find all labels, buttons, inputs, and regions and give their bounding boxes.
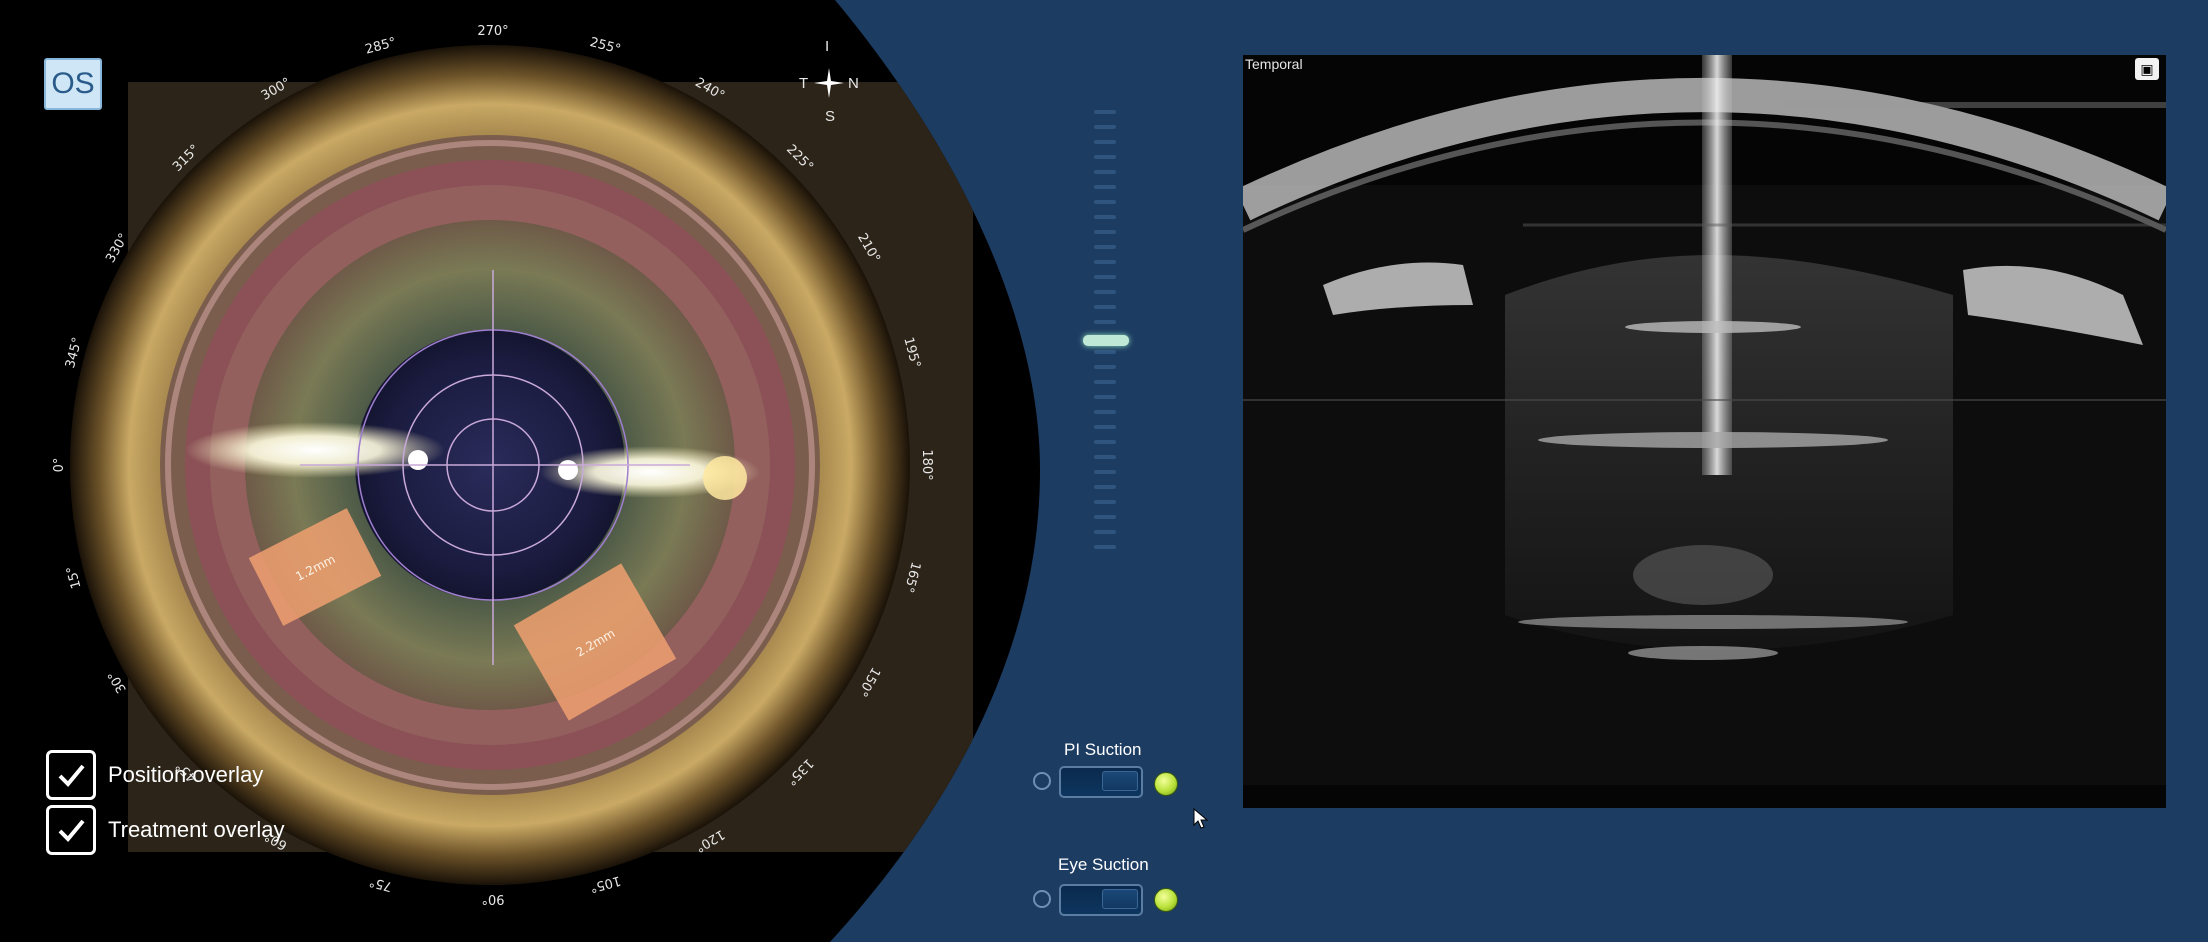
slider-tick [1094, 440, 1116, 444]
mouse-cursor-icon [1193, 808, 1209, 829]
degree-label: 255° [588, 35, 622, 58]
slider-tick [1094, 230, 1116, 234]
eye-suction-label: Eye Suction [1058, 855, 1149, 874]
position-overlay-graphic [300, 270, 690, 665]
slider-tick [1094, 395, 1116, 399]
slider-tick [1094, 260, 1116, 264]
incision-label-2: 2.2mm [574, 626, 618, 659]
degree-label: 210° [854, 231, 883, 266]
eye-suction-toggle[interactable] [1059, 884, 1143, 916]
crosshair-icon [814, 68, 844, 98]
eye-orientation-icon[interactable]: ▣ [2135, 58, 2159, 80]
degree-label: 105° [588, 872, 622, 895]
pi-suction-status-led [1154, 772, 1178, 796]
degree-label: 240° [692, 75, 727, 104]
degree-label: 75° [368, 873, 394, 893]
incision-marker-2: 2.2mm [513, 563, 677, 721]
treatment-overlay-label: Treatment overlay [108, 817, 285, 842]
degree-label: 270° [477, 24, 508, 39]
degree-label: 330° [103, 231, 132, 266]
compass-left: T [799, 75, 809, 92]
degree-label: 150° [854, 664, 883, 699]
degree-label: 285° [364, 35, 398, 58]
slider-tick [1094, 200, 1116, 204]
degree-label: 90° [481, 891, 504, 906]
slider-tick [1094, 485, 1116, 489]
degree-label: 165° [900, 560, 923, 594]
pi-suction-label: PI Suction [1064, 740, 1142, 759]
slider-tick [1094, 455, 1116, 459]
eye-suction-status-led [1154, 888, 1178, 912]
slider-tick [1094, 410, 1116, 414]
slider-tick [1094, 305, 1116, 309]
slider-tick [1094, 140, 1116, 144]
degree-label: 345° [63, 336, 86, 370]
slider-tick [1094, 320, 1116, 324]
slider-tick [1094, 185, 1116, 189]
slider-tick [1094, 515, 1116, 519]
slider-tick [1094, 245, 1116, 249]
slider-tick [1094, 155, 1116, 159]
oct-scan-image [1243, 55, 2166, 808]
degree-label: 300° [259, 75, 294, 104]
slider-tick [1094, 170, 1116, 174]
oct-orientation-label: Temporal [1245, 56, 1303, 72]
slider-tick [1094, 380, 1116, 384]
degree-label: 225° [783, 142, 816, 175]
slider-tick [1094, 110, 1116, 114]
treatment-overlay-checkbox[interactable] [46, 805, 96, 855]
toggle-knob [1102, 889, 1138, 909]
checkmark-icon [58, 819, 85, 842]
slider-tick [1094, 125, 1116, 129]
slider-tick [1094, 290, 1116, 294]
eye-suction-radio[interactable] [1033, 890, 1051, 908]
degree-label: 0° [52, 458, 67, 473]
treatment-overlay-toggle[interactable]: Treatment overlay [46, 805, 284, 855]
slider-tick [1094, 215, 1116, 219]
toggle-knob [1102, 771, 1138, 791]
compass-right: N [848, 75, 859, 92]
position-overlay-toggle[interactable]: Position overlay [46, 750, 263, 800]
degree-label: 30° [105, 668, 130, 695]
incision-marker-1: 1.2mm [248, 508, 382, 626]
oct-scan-graphic [1243, 55, 2166, 808]
slider-tick [1094, 275, 1116, 279]
degree-label: 120° [692, 826, 727, 855]
slider-tick [1094, 365, 1116, 369]
incision-label-1: 1.2mm [293, 552, 337, 584]
slider-tick [1094, 425, 1116, 429]
slider-tick [1094, 500, 1116, 504]
slider-tick [1094, 545, 1116, 549]
degree-label: 195° [900, 336, 923, 370]
slider-handle[interactable] [1083, 335, 1129, 346]
position-overlay-label: Position overlay [108, 762, 264, 787]
depth-slider[interactable] [1083, 110, 1129, 570]
degree-label: 15° [64, 564, 84, 590]
slider-tick [1094, 350, 1116, 354]
checkmark-icon [58, 764, 85, 787]
pi-suction-toggle[interactable] [1059, 766, 1143, 798]
pi-suction-radio[interactable] [1033, 772, 1051, 790]
compass-top: I [825, 38, 830, 55]
slider-tick [1094, 470, 1116, 474]
degree-label: 135° [783, 755, 816, 788]
degree-label: 315° [170, 142, 203, 175]
slider-tick [1094, 530, 1116, 534]
position-overlay-checkbox[interactable] [46, 750, 96, 800]
degree-label: 180° [919, 449, 934, 480]
compass-bottom: S [825, 108, 836, 125]
eye-side-badge[interactable]: OS [44, 58, 102, 110]
